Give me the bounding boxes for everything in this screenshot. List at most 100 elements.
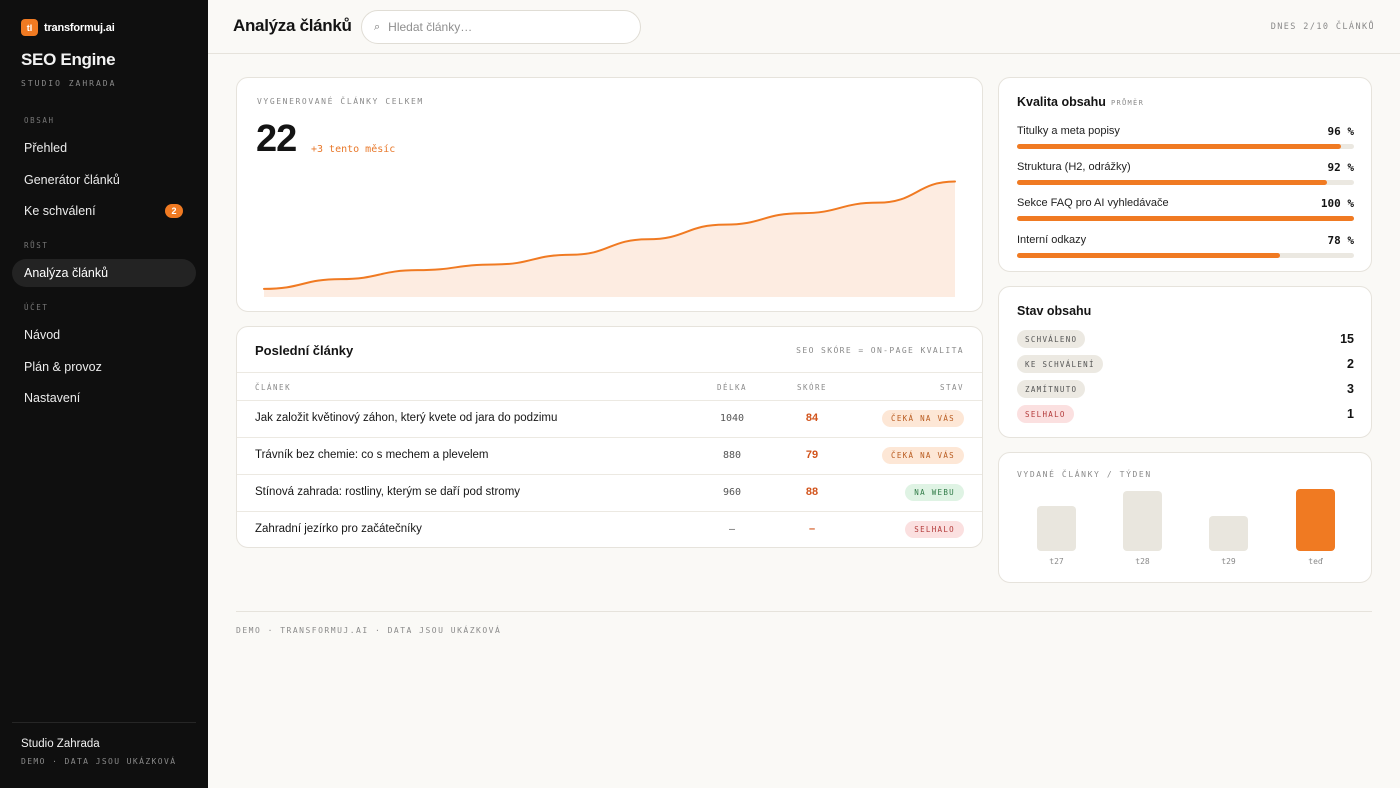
article-length: 1040 (719, 413, 745, 424)
section-subtitle: PRŮMĚR (1111, 99, 1145, 107)
footer-divider (236, 611, 1372, 612)
col-score[interactable]: SKÓRE (787, 383, 837, 392)
metric-label: Interní odkazy (1017, 234, 1087, 246)
search-icon: ⌕ (374, 20, 381, 33)
sidebar-item-navod[interactable]: Návod (12, 321, 196, 349)
topbar: Analýza článků ⌕ DNES 2/10 ČLÁNKŮ (208, 0, 1400, 54)
metric-label: Titulky a meta popisy (1017, 125, 1120, 137)
quality-metric: Interní odkazy 78 % (1017, 234, 1354, 264)
article-title: Trávník bez chemie: co s mechem a plevel… (255, 449, 489, 461)
weekly-bar-teď[interactable] (1296, 489, 1335, 551)
metric-value: 96 % (1327, 125, 1355, 138)
article-score: 79 (805, 449, 819, 461)
sidebar-item-plan[interactable]: Plán & provoz (12, 353, 196, 381)
search-input[interactable] (388, 20, 619, 34)
page-title: Analýza článků (233, 16, 352, 35)
quality-metric: Struktura (H2, odrážky) 92 % (1017, 161, 1354, 191)
weekly-bar-label: teď (1308, 557, 1323, 566)
article-length: 880 (722, 450, 742, 461)
metric-value: 92 % (1327, 161, 1355, 174)
nav-section-rust: RŮST (24, 241, 49, 250)
status-badge: SCHVÁLENO (1017, 330, 1086, 348)
table-header: ČLÁNEK DÉLKA SKÓRE STAV (237, 372, 982, 401)
weekly-bar-label: t27 (1049, 557, 1064, 566)
recent-articles-card: Poslední články SEO SKÓRE = ON-PAGE KVAL… (236, 326, 983, 548)
nav-section-obsah: OBSAH (24, 116, 55, 125)
content-quality-card: Kvalita obsahu PRŮMĚR Titulky a meta pop… (998, 77, 1372, 272)
metric-progress-track (1017, 180, 1354, 185)
section-title: Stav obsahu (1017, 304, 1092, 318)
metric-progress-track (1017, 144, 1354, 149)
status-row[interactable]: ZAMÍTNUTO 3 (1017, 380, 1354, 398)
sidebar-item-label: Plán & provoz (24, 360, 102, 374)
weekly-bar-t29[interactable] (1209, 516, 1248, 551)
workspace-name: STUDIO ZAHRADA (21, 79, 117, 88)
col-length[interactable]: DÉLKA (707, 383, 757, 392)
weekly-bar-label: t28 (1135, 557, 1150, 566)
status-badge: ČEKÁ NA VÁS (882, 447, 964, 464)
section-title: Kvalita obsahu (1017, 95, 1106, 109)
card-kicker: VYDANÉ ČLÁNKY / TÝDEN (1017, 470, 1152, 479)
metric-progress-fill (1017, 216, 1354, 221)
app-name: SEO Engine (21, 50, 116, 69)
status-row[interactable]: SCHVÁLENO 15 (1017, 330, 1354, 348)
article-title: Jak založit květinový záhon, který kvete… (255, 412, 558, 424)
logo-mark-icon: tl (21, 19, 38, 36)
article-title: Zahradní jezírko pro začátečníky (255, 523, 422, 535)
daily-quota: DNES 2/10 ČLÁNKŮ (1270, 22, 1375, 32)
table-row[interactable]: Zahradní jezírko pro začátečníky – – SEL… (237, 512, 982, 547)
status-count: 3 (1347, 382, 1354, 396)
status-row[interactable]: KE SCHVÁLENÍ 2 (1017, 355, 1354, 373)
sidebar: tl transformuj.ai SEO Engine STUDIO ZAHR… (0, 0, 208, 788)
status-badge: SELHALO (905, 521, 964, 538)
article-length: – (728, 524, 736, 535)
metric-label: Sekce FAQ pro AI vyhledávače (1017, 197, 1169, 209)
table-row[interactable]: Stínová zahrada: rostliny, kterým se dař… (237, 475, 982, 512)
col-status[interactable]: STAV (940, 383, 964, 392)
metric-value: 100 % (1320, 197, 1354, 210)
sidebar-item-label: Generátor článků (24, 173, 120, 187)
col-article[interactable]: ČLÁNEK (255, 383, 291, 392)
status-badge: ČEKÁ NA VÁS (882, 410, 964, 427)
sidebar-item-analyza[interactable]: Analýza článků (12, 259, 196, 287)
metric-progress-fill (1017, 144, 1341, 149)
pending-count-badge: 2 (165, 204, 183, 218)
search-box[interactable]: ⌕ (361, 10, 641, 44)
table-row[interactable]: Jak založit květinový záhon, který kvete… (237, 401, 982, 438)
status-row[interactable]: SELHALO 1 (1017, 405, 1354, 423)
metric-progress-fill (1017, 253, 1280, 258)
demo-note: DEMO · DATA JSOU UKÁZKOVÁ (21, 757, 177, 766)
weekly-bar-t27[interactable] (1037, 506, 1076, 551)
sidebar-item-generator[interactable]: Generátor článků (12, 166, 196, 194)
status-badge: ZAMÍTNUTO (1017, 380, 1086, 398)
sidebar-item-ke-schvaleni[interactable]: Ke schválení 2 (12, 197, 196, 225)
status-badge: SELHALO (1017, 405, 1074, 423)
metric-label: Struktura (H2, odrážky) (1017, 161, 1131, 173)
article-score: 88 (805, 486, 819, 498)
status-badge: KE SCHVÁLENÍ (1017, 355, 1103, 373)
score-legend: SEO SKÓRE = ON-PAGE KVALITA (796, 346, 964, 355)
content-status-card: Stav obsahu SCHVÁLENO 15 KE SCHVÁLENÍ 2 … (998, 286, 1372, 438)
brand-logo[interactable]: tl transformuj.ai (21, 19, 115, 36)
sidebar-item-prehled[interactable]: Přehled (12, 134, 196, 162)
sidebar-item-label: Návod (24, 328, 61, 342)
sidebar-item-label: Ke schválení (24, 204, 96, 218)
article-score: 84 (805, 412, 819, 424)
trend-area (264, 181, 955, 297)
account-name[interactable]: Studio Zahrada (21, 738, 100, 750)
weekly-bar-label: t29 (1221, 557, 1236, 566)
sidebar-item-label: Nastavení (24, 391, 81, 405)
sidebar-item-nastaveni[interactable]: Nastavení (12, 384, 196, 412)
status-badge: NA WEBU (905, 484, 964, 501)
table-row[interactable]: Trávník bez chemie: co s mechem a plevel… (237, 438, 982, 475)
total-articles-card: VYGENEROVANÉ ČLÁNKY CELKEM 22 +3 tento m… (236, 77, 983, 312)
sidebar-item-label: Analýza článků (24, 266, 109, 280)
trend-chart (263, 180, 956, 297)
quality-metric: Sekce FAQ pro AI vyhledávače 100 % (1017, 197, 1354, 227)
weekly-bar-t28[interactable] (1123, 491, 1162, 551)
status-count: 2 (1347, 357, 1354, 371)
metric-value: 78 % (1327, 234, 1355, 247)
article-score: – (808, 523, 816, 535)
logo-text: transformuj.ai (44, 21, 115, 34)
article-length: 960 (722, 487, 742, 498)
